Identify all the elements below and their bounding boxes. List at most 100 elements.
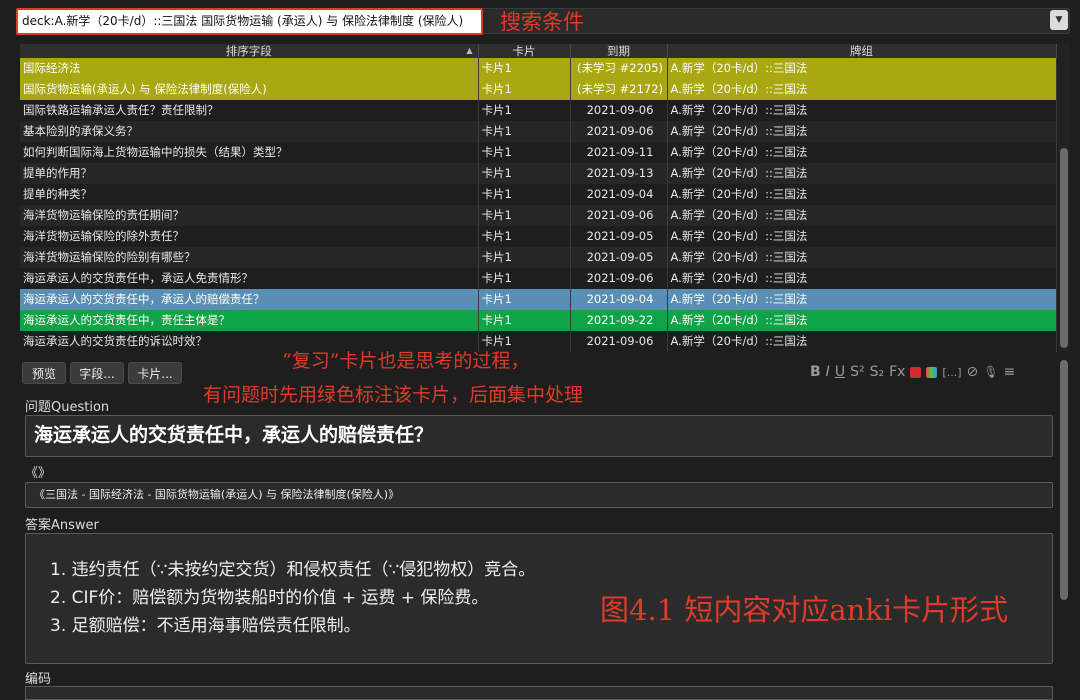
cell-due: (未学习 #2205) bbox=[570, 58, 668, 79]
cell-card: 卡片1 bbox=[478, 163, 571, 184]
search-annotation: 搜索条件 bbox=[500, 10, 584, 34]
cell-deck: A.新学（20卡/d）::三国法 bbox=[667, 79, 1057, 100]
cell-sort-field: 国际铁路运输承运人责任？责任限制？ bbox=[20, 100, 479, 121]
cell-card: 卡片1 bbox=[478, 58, 571, 79]
underline-icon[interactable]: U bbox=[835, 364, 845, 380]
table-row[interactable]: 海运承运人的交货责任中，承运人免责情形？ 卡片1 2021-09-06 A.新学（20… bbox=[20, 268, 1057, 289]
attach-icon[interactable]: ⊘ bbox=[966, 364, 978, 380]
search-input[interactable]: deck:A.新学（20卡/d）::三国法 国际货物运输 (承运人) 与 保险法… bbox=[16, 8, 483, 35]
highlight-color-icon[interactable] bbox=[926, 366, 938, 378]
bold-icon[interactable]: B bbox=[810, 364, 821, 380]
code-field-label: 编码 bbox=[25, 672, 52, 687]
fields-button[interactable]: 字段... bbox=[70, 362, 124, 384]
column-header-due[interactable]: 到期 bbox=[570, 44, 668, 58]
cell-sort-field: 提单的种类？ bbox=[20, 184, 479, 205]
cell-card: 卡片1 bbox=[478, 142, 571, 163]
table-row[interactable]: 海运承运人的交货责任中，承运人的赔偿责任？ 卡片1 2021-09-04 A.新学（2… bbox=[20, 289, 1057, 310]
editor-scrollbar-thumb[interactable] bbox=[1060, 360, 1068, 600]
cell-deck: A.新学（20卡/d）::三国法 bbox=[667, 100, 1057, 121]
cell-deck: A.新学（20卡/d）::三国法 bbox=[667, 184, 1057, 205]
cell-sort-field: 海运承运人的交货责任中，责任主体是？ bbox=[20, 310, 479, 331]
cell-card: 卡片1 bbox=[478, 310, 571, 331]
cell-deck: A.新学（20卡/d）::三国法 bbox=[667, 310, 1057, 331]
table-row[interactable]: 如何判断国际海上货物运输中的损失（结果）类型？ 卡片1 2021-09-11 A.新学… bbox=[20, 142, 1057, 163]
column-header-deck[interactable]: 牌组 bbox=[667, 44, 1057, 58]
cell-sort-field: 海洋货物运输保险的除外责任？ bbox=[20, 226, 479, 247]
reference-field-label: 《》 bbox=[25, 466, 52, 481]
cell-deck: A.新学（20卡/d）::三国法 bbox=[667, 121, 1057, 142]
superscript-icon[interactable]: S² bbox=[850, 364, 865, 380]
reference-field[interactable]: 《三国法 - 国际经济法 - 国际货物运输(承运人) 与 保险法律制度(保险人)… bbox=[25, 482, 1053, 508]
italic-icon[interactable]: I bbox=[826, 364, 830, 380]
record-audio-icon[interactable]: 🎙 bbox=[983, 365, 998, 379]
cell-sort-field: 海洋货物运输保险的险别有哪些？ bbox=[20, 247, 479, 268]
review-note-line2: 有问题时先用绿色标注该卡片，后面集中处理 bbox=[203, 384, 584, 406]
column-header-sort[interactable]: 排序字段 ▲ bbox=[20, 44, 479, 58]
cell-card: 卡片1 bbox=[478, 226, 571, 247]
answer-item: 1. 违约责任（∵未按约定交货）和侵权责任（∵侵犯物权）竞合。 bbox=[50, 560, 536, 580]
cell-due: 2021-09-06 bbox=[570, 205, 668, 226]
search-history-dropdown-icon[interactable]: ▼ bbox=[1050, 10, 1068, 30]
table-row[interactable]: 提单的种类？ 卡片1 2021-09-04 A.新学（20卡/d）::三国法 bbox=[20, 184, 1057, 205]
subscript-icon[interactable]: S₂ bbox=[870, 364, 885, 380]
table-row[interactable]: 海运承运人的交货责任中，责任主体是？ 卡片1 2021-09-22 A.新学（20卡/… bbox=[20, 310, 1057, 331]
table-row[interactable]: 国际货物运输(承运人) 与 保险法律制度(保险人) 卡片1 (未学习 #2172) A… bbox=[20, 79, 1057, 100]
text-color-icon[interactable] bbox=[910, 366, 922, 378]
cell-due: 2021-09-05 bbox=[570, 226, 668, 247]
table-row[interactable]: 国际铁路运输承运人责任？责任限制？ 卡片1 2021-09-06 A.新学（20卡/d… bbox=[20, 100, 1057, 121]
cell-sort-field: 海运承运人的交货责任中，承运人免责情形？ bbox=[20, 268, 479, 289]
more-menu-icon[interactable]: ≡ bbox=[1003, 364, 1015, 380]
cloze-icon[interactable]: [...] bbox=[942, 366, 961, 379]
answer-field-label: 答案Answer bbox=[25, 518, 99, 533]
cell-card: 卡片1 bbox=[478, 247, 571, 268]
table-header: 排序字段 ▲ 卡片 到期 牌组 bbox=[20, 44, 1057, 58]
preview-button[interactable]: 预览 bbox=[22, 362, 66, 384]
clear-format-icon[interactable]: Fx bbox=[889, 364, 905, 380]
cell-deck: A.新学（20卡/d）::三国法 bbox=[667, 142, 1057, 163]
table-row[interactable]: 海洋货物运输保险的险别有哪些？ 卡片1 2021-09-05 A.新学（20卡/d）:… bbox=[20, 247, 1057, 268]
cell-due: 2021-09-06 bbox=[570, 331, 668, 352]
cell-due: 2021-09-06 bbox=[570, 100, 668, 121]
cell-card: 卡片1 bbox=[478, 205, 571, 226]
cell-sort-field: 国际货物运输(承运人) 与 保险法律制度(保险人) bbox=[20, 79, 479, 100]
cell-due: (未学习 #2172) bbox=[570, 79, 668, 100]
cell-deck: A.新学（20卡/d）::三国法 bbox=[667, 205, 1057, 226]
cell-card: 卡片1 bbox=[478, 79, 571, 100]
cell-sort-field: 如何判断国际海上货物运输中的损失（结果）类型？ bbox=[20, 142, 479, 163]
cell-deck: A.新学（20卡/d）::三国法 bbox=[667, 331, 1057, 352]
cell-sort-field: 基本险别的承保义务？ bbox=[20, 121, 479, 142]
cell-deck: A.新学（20卡/d）::三国法 bbox=[667, 268, 1057, 289]
question-field[interactable]: 海运承运人的交货责任中，承运人的赔偿责任？ bbox=[25, 415, 1053, 457]
sort-ascending-icon: ▲ bbox=[466, 46, 473, 55]
table-row[interactable]: 提单的作用？ 卡片1 2021-09-13 A.新学（20卡/d）::三国法 bbox=[20, 163, 1057, 184]
code-field[interactable] bbox=[25, 686, 1053, 700]
cards-button[interactable]: 卡片... bbox=[128, 362, 182, 384]
cell-sort-field: 海洋货物运输保险的责任期间？ bbox=[20, 205, 479, 226]
cell-due: 2021-09-13 bbox=[570, 163, 668, 184]
cell-due: 2021-09-11 bbox=[570, 142, 668, 163]
card-list-table: 排序字段 ▲ 卡片 到期 牌组 国际经济法 卡片1 (未学习 #2205) A.新学（2… bbox=[20, 44, 1057, 352]
anki-browser-window: deck:A.新学（20卡/d）::三国法 国际货物运输 (承运人) 与 保险法… bbox=[0, 0, 1080, 700]
cell-deck: A.新学（20卡/d）::三国法 bbox=[667, 289, 1057, 310]
column-header-card[interactable]: 卡片 bbox=[478, 44, 571, 58]
cell-due: 2021-09-22 bbox=[570, 310, 668, 331]
table-row[interactable]: 海洋货物运输保险的除外责任？ 卡片1 2021-09-05 A.新学（20卡/d）::… bbox=[20, 226, 1057, 247]
cell-sort-field: 海运承运人的交货责任中，承运人的赔偿责任？ bbox=[20, 289, 479, 310]
table-row[interactable]: 基本险别的承保义务？ 卡片1 2021-09-06 A.新学（20卡/d）::三国法 bbox=[20, 121, 1057, 142]
cell-due: 2021-09-06 bbox=[570, 268, 668, 289]
cell-sort-field: 国际经济法 bbox=[20, 58, 479, 79]
cell-deck: A.新学（20卡/d）::三国法 bbox=[667, 247, 1057, 268]
cell-due: 2021-09-04 bbox=[570, 184, 668, 205]
table-row[interactable]: 海洋货物运输保险的责任期间？ 卡片1 2021-09-06 A.新学（20卡/d）::… bbox=[20, 205, 1057, 226]
cell-sort-field: 提单的作用？ bbox=[20, 163, 479, 184]
cell-due: 2021-09-06 bbox=[570, 121, 668, 142]
table-row[interactable]: 海运承运人的交货责任的诉讼时效？ 卡片1 2021-09-06 A.新学（20卡/d）… bbox=[20, 331, 1057, 352]
table-scrollbar-thumb[interactable] bbox=[1060, 148, 1068, 348]
cell-card: 卡片1 bbox=[478, 268, 571, 289]
cell-deck: A.新学（20卡/d）::三国法 bbox=[667, 226, 1057, 247]
cell-card: 卡片1 bbox=[478, 184, 571, 205]
cell-deck: A.新学（20卡/d）::三国法 bbox=[667, 58, 1057, 79]
cell-card: 卡片1 bbox=[478, 100, 571, 121]
table-row[interactable]: 国际经济法 卡片1 (未学习 #2205) A.新学（20卡/d）::三国法 bbox=[20, 58, 1057, 79]
cell-card: 卡片1 bbox=[478, 121, 571, 142]
